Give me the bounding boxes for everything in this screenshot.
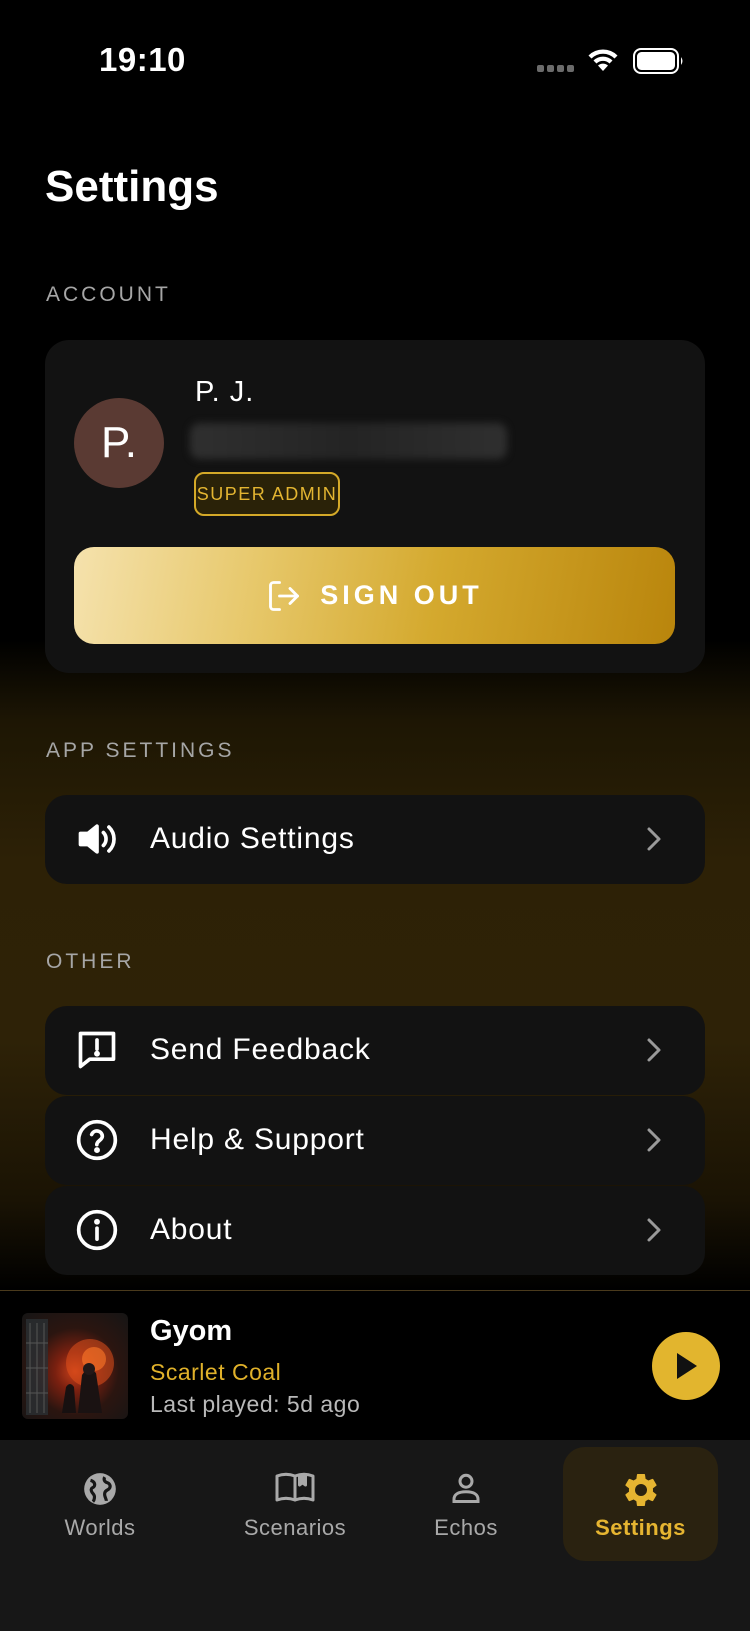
tab-label: Echos xyxy=(434,1515,498,1540)
sign-out-icon xyxy=(269,580,300,611)
person-icon xyxy=(452,1473,480,1503)
status-bar: 19:10 xyxy=(0,0,750,110)
play-button[interactable] xyxy=(652,1332,720,1400)
play-icon xyxy=(677,1353,697,1379)
send-feedback-label: Send Feedback xyxy=(150,1033,371,1066)
chevron-right-icon xyxy=(647,827,661,851)
now-playing-scenario: Scarlet Coal xyxy=(150,1359,282,1385)
wifi-icon xyxy=(588,49,618,71)
now-playing-title: Gyom xyxy=(150,1315,233,1347)
send-feedback-item[interactable]: Send Feedback xyxy=(45,1006,705,1095)
audio-settings-label: Audio Settings xyxy=(150,822,355,855)
tab-label: Scenarios xyxy=(243,1515,347,1540)
avatar: P. xyxy=(74,398,164,488)
book-icon xyxy=(275,1472,315,1502)
tab-scenarios[interactable]: Scenarios xyxy=(220,1447,370,1561)
scenario-cover-image xyxy=(22,1313,128,1419)
battery-icon xyxy=(633,48,683,74)
cellular-signal-icon xyxy=(537,65,575,73)
help-support-item[interactable]: Help & Support xyxy=(45,1096,705,1185)
tab-bar: Worlds Scenarios Echos Settings xyxy=(0,1440,750,1631)
globe-icon xyxy=(84,1473,116,1505)
account-card: P. P. J. SUPER ADMIN SIGN OUT xyxy=(45,340,705,673)
help-support-label: Help & Support xyxy=(150,1123,365,1156)
about-item[interactable]: About xyxy=(45,1186,705,1275)
audio-settings-item[interactable]: Audio Settings xyxy=(45,795,705,884)
page-title: Settings xyxy=(45,162,219,211)
gear-icon xyxy=(624,1473,657,1506)
user-name: P. J. xyxy=(195,376,255,408)
feedback-icon xyxy=(78,1031,116,1069)
status-time: 19:10 xyxy=(99,41,186,78)
sign-out-button[interactable]: SIGN OUT xyxy=(74,547,675,644)
now-playing-last-played: Last played: 5d ago xyxy=(150,1391,361,1417)
email-redacted xyxy=(190,423,507,459)
tab-label: Worlds xyxy=(64,1515,136,1540)
role-badge: SUPER ADMIN xyxy=(194,472,340,516)
speaker-icon xyxy=(78,824,116,854)
chevron-right-icon xyxy=(647,1218,661,1242)
info-icon xyxy=(76,1209,118,1251)
tab-echos[interactable]: Echos xyxy=(415,1447,517,1561)
help-icon xyxy=(76,1119,118,1161)
section-label-account: ACCOUNT xyxy=(46,283,171,306)
tab-label: Settings xyxy=(595,1515,686,1540)
section-label-other: OTHER xyxy=(46,950,135,973)
tab-settings[interactable]: Settings xyxy=(563,1447,718,1561)
section-label-app-settings: APP SETTINGS xyxy=(46,739,235,762)
chevron-right-icon xyxy=(647,1128,661,1152)
about-label: About xyxy=(150,1213,233,1246)
tab-worlds[interactable]: Worlds xyxy=(45,1447,155,1561)
chevron-right-icon xyxy=(647,1038,661,1062)
now-playing-bar[interactable]: Gyom Scarlet Coal Last played: 5d ago xyxy=(0,1290,750,1440)
sign-out-label: SIGN OUT xyxy=(320,580,483,610)
